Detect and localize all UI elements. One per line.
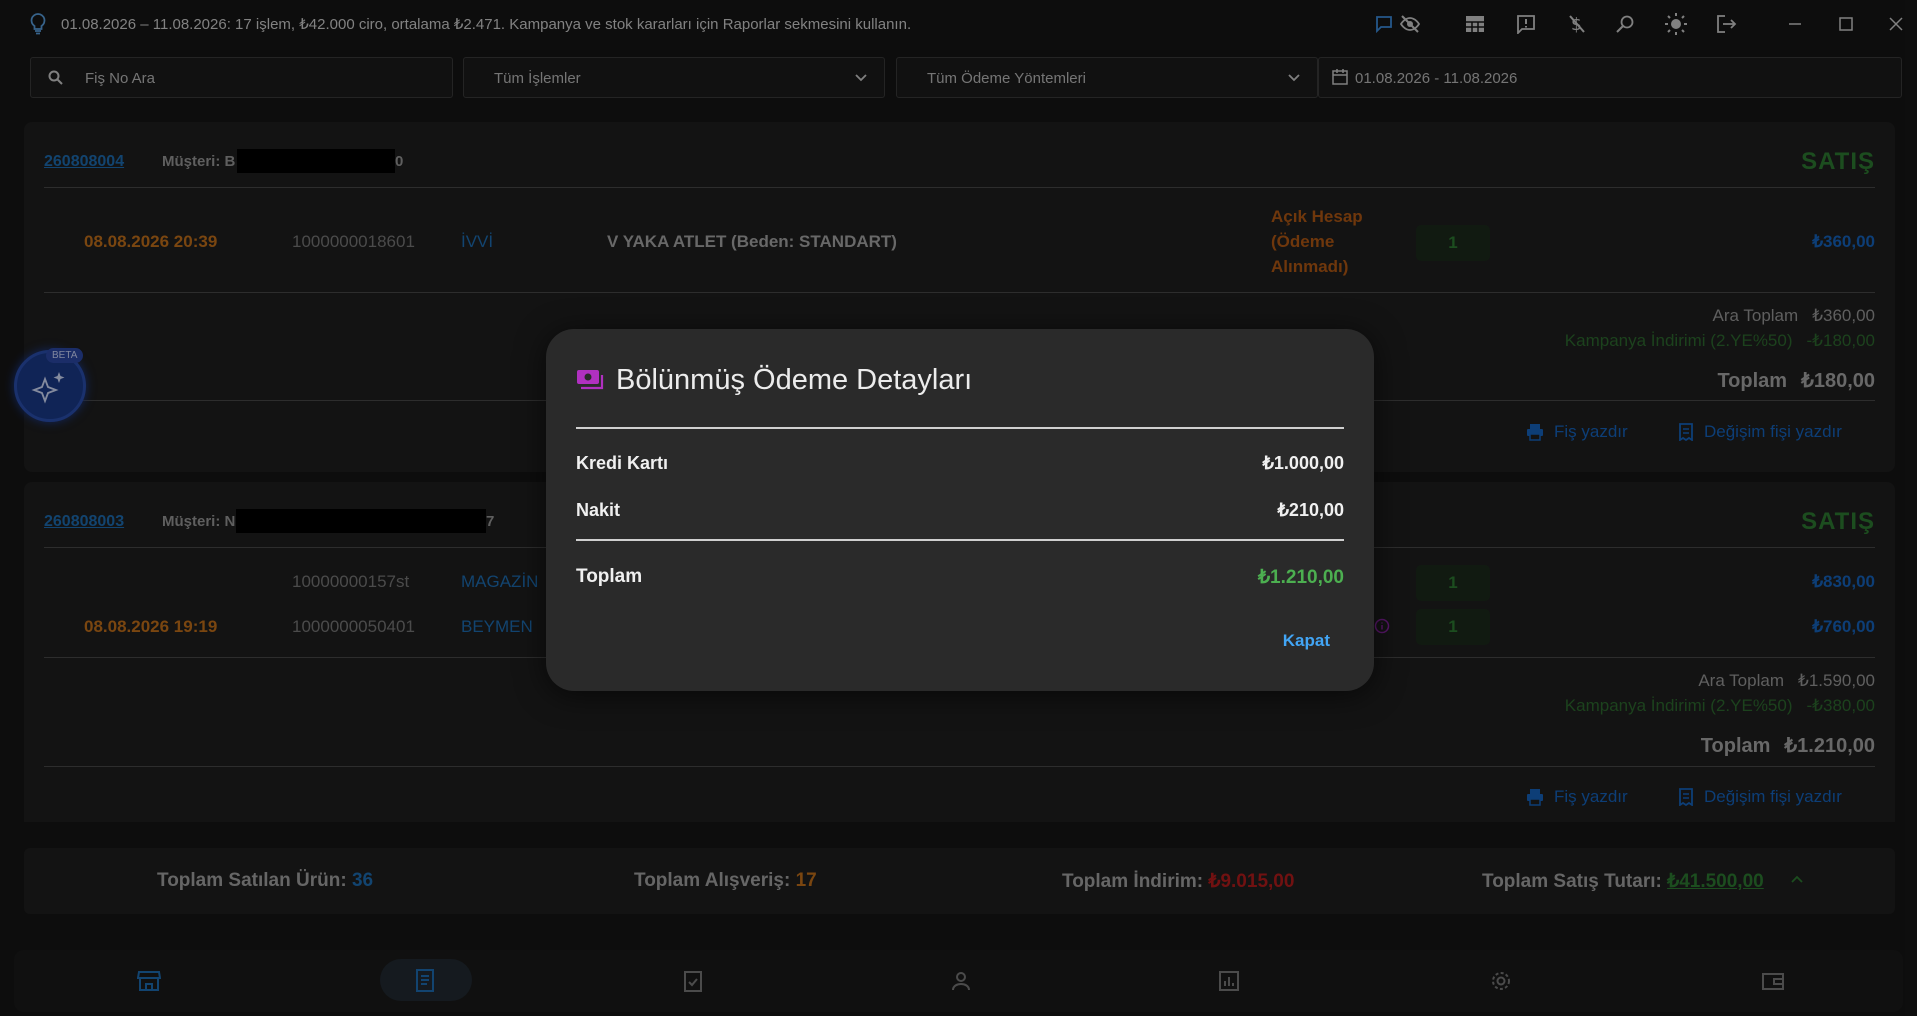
dialog-total-amount: ₺1.210,00	[1257, 567, 1344, 588]
payment-method-amount: ₺210,00	[1277, 500, 1344, 520]
divider	[576, 427, 1344, 429]
payment-method-amount: ₺1.000,00	[1262, 453, 1344, 473]
divider	[576, 539, 1344, 541]
split-payment-dialog: Bölünmüş Ödeme Detayları Kredi Kartı ₺1.…	[546, 329, 1374, 691]
close-dialog-button[interactable]: Kapat	[1283, 631, 1330, 651]
dialog-total-label: Toplam	[576, 566, 643, 587]
dialog-title: Bölünmüş Ödeme Detayları	[616, 364, 973, 396]
payment-method-label: Kredi Kartı	[576, 453, 669, 473]
payments-icon	[576, 369, 604, 391]
payment-method-label: Nakit	[576, 500, 621, 520]
